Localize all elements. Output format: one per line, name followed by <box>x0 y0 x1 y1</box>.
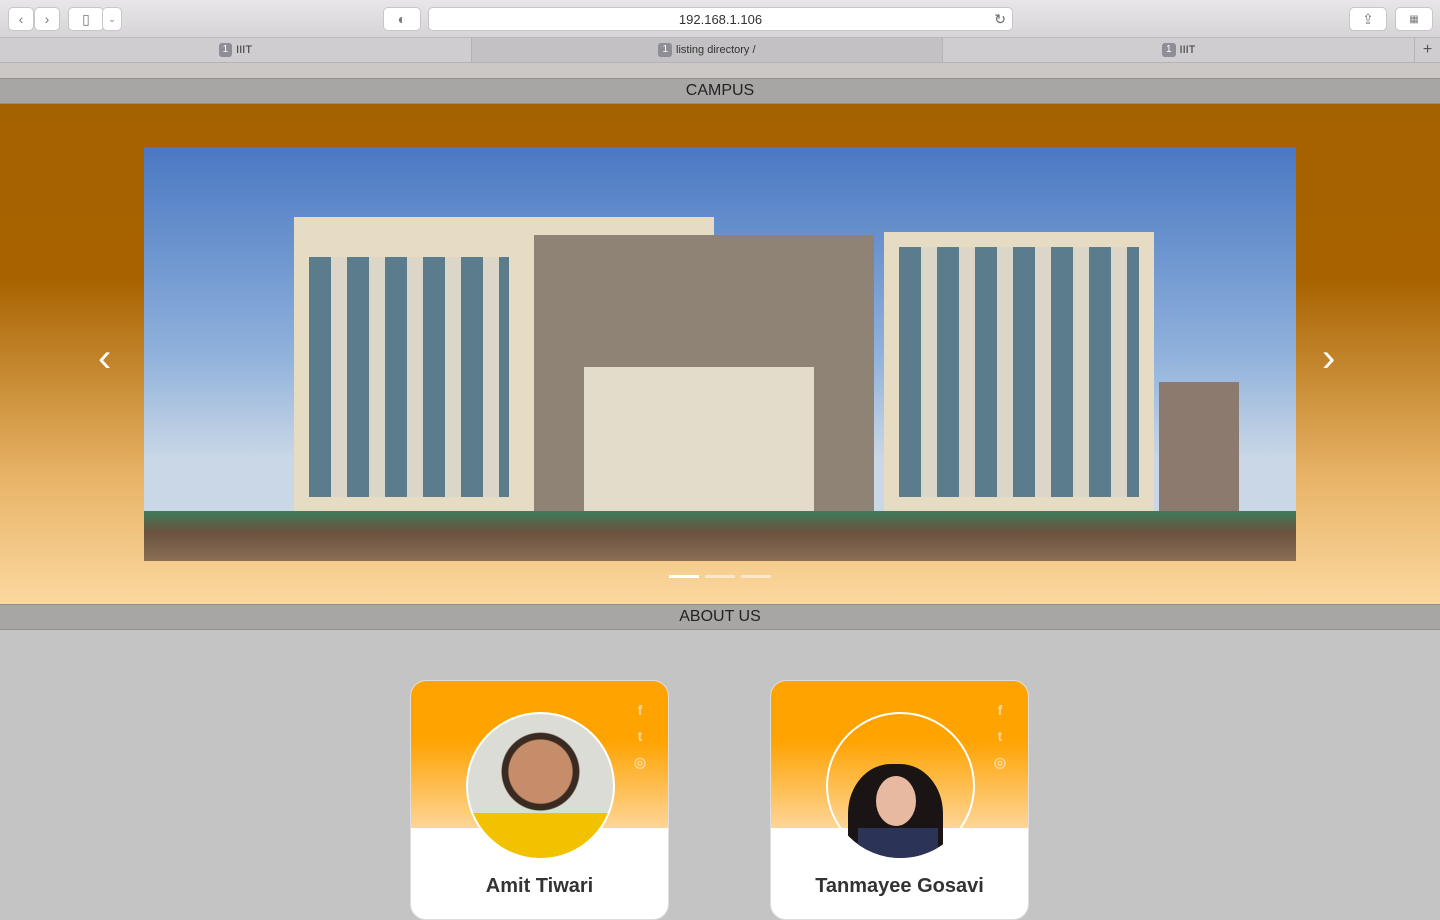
tab-bar: 1 IIIT 1 listing directory / 1 IIIT + <box>0 38 1440 63</box>
team-card: f t ◎ Tanmayee Gosavi <box>770 680 1029 920</box>
twitter-icon[interactable]: t <box>992 727 1008 745</box>
browser-toolbar: ‹ › ▯ ⌄ ◐ 192.168.1.106 ↻ ⇪ ▦ <box>0 0 1440 38</box>
carousel-prev-button[interactable]: ‹ <box>98 336 111 381</box>
facebook-icon[interactable]: f <box>992 701 1008 719</box>
chevron-down-icon[interactable]: ⌄ <box>102 7 122 31</box>
back-button[interactable]: ‹ <box>8 7 34 31</box>
address-bar[interactable]: 192.168.1.106 ↻ <box>428 7 1013 31</box>
github-icon[interactable]: ◎ <box>632 753 648 771</box>
forward-button[interactable]: › <box>34 7 60 31</box>
tab-count-badge: 1 <box>1161 43 1176 57</box>
campus-building-image <box>144 147 1296 561</box>
share-icon[interactable]: ⇪ <box>1349 7 1387 31</box>
carousel-indicator-1[interactable] <box>669 575 699 578</box>
tab-iiit[interactable]: 1 IIIT <box>0 38 472 62</box>
page-top-spacer <box>0 63 1440 78</box>
member-name: Tanmayee Gosavi <box>815 875 984 897</box>
carousel-indicator-2[interactable] <box>705 575 735 578</box>
team-card: f t ◎ Amit Tiwari <box>410 680 669 920</box>
about-us-heading: ABOUT US <box>0 604 1440 630</box>
facebook-icon[interactable]: f <box>632 701 648 719</box>
github-icon[interactable]: ◎ <box>992 753 1008 771</box>
avatar <box>826 712 975 860</box>
tab-iiit-2[interactable]: 1 IIIT <box>943 38 1416 62</box>
tab-listing-directory[interactable]: 1 listing directory / <box>471 38 944 62</box>
twitter-icon[interactable]: t <box>632 727 648 745</box>
campus-carousel: ‹ › <box>0 104 1440 604</box>
tab-overview-icon[interactable]: ▦ <box>1395 7 1433 31</box>
tab-count-badge: 1 <box>218 43 233 57</box>
member-name: Amit Tiwari <box>485 875 594 897</box>
shield-icon[interactable]: ◐ <box>383 7 421 31</box>
avatar <box>466 712 615 860</box>
carousel-indicators <box>669 575 771 578</box>
reload-icon[interactable]: ↻ <box>994 11 1006 28</box>
campus-heading: CAMPUS <box>0 78 1440 104</box>
carousel-indicator-3[interactable] <box>741 575 771 578</box>
url-text: 192.168.1.106 <box>678 11 763 27</box>
new-tab-button[interactable]: + <box>1415 38 1440 62</box>
sidebar-toggle-button[interactable]: ▯ <box>68 7 104 31</box>
tab-label: IIIT <box>1179 44 1196 56</box>
tab-label: IIIT <box>236 44 253 56</box>
tab-count-badge: 1 <box>658 43 673 57</box>
tab-label: listing directory / <box>676 44 756 56</box>
carousel-next-button[interactable]: › <box>1322 336 1335 381</box>
